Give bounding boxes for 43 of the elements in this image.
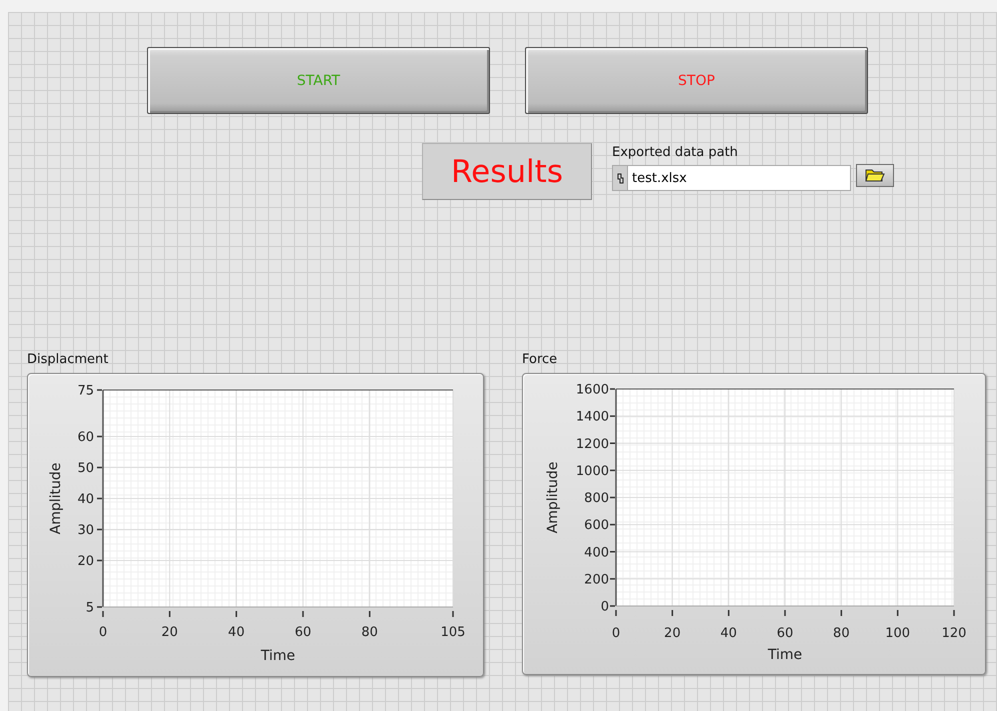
- y-tick-label: 800: [584, 491, 609, 506]
- x-axis-label: Time: [260, 648, 296, 664]
- y-tick-label: 50: [77, 461, 94, 476]
- graph-title: Force: [522, 352, 558, 367]
- y-tick-label: 600: [584, 518, 609, 534]
- y-tick-label: 30: [77, 523, 94, 538]
- y-tick-label: 60: [77, 430, 94, 445]
- folder-icon: [865, 168, 885, 182]
- browse-button[interactable]: [856, 164, 894, 186]
- y-tick-label: 400: [584, 545, 609, 560]
- x-tick-label: 60: [776, 626, 794, 641]
- x-axis-label: Time: [768, 647, 802, 663]
- path-type-icon: [612, 165, 627, 191]
- y-axis-label: Amplitude: [545, 462, 561, 534]
- y-tick-label: 1600: [576, 382, 609, 398]
- y-tick-label: 1400: [576, 410, 609, 425]
- path-label: Exported data path: [612, 145, 739, 160]
- x-tick-label: 100: [885, 626, 910, 641]
- x-tick-label: 105: [440, 625, 466, 640]
- y-tick-label: 40: [77, 492, 94, 507]
- x-tick-label: 0: [612, 626, 620, 641]
- x-tick-label: 40: [720, 626, 737, 641]
- x-tick-label: 80: [361, 625, 378, 640]
- y-tick-label: 200: [584, 572, 609, 588]
- y-tick-label: 1200: [576, 436, 609, 452]
- y-tick-label: 20: [77, 554, 94, 569]
- x-tick-label: 20: [161, 625, 178, 640]
- graph-title: Displacment: [27, 352, 110, 367]
- results-indicator: Results: [422, 143, 592, 200]
- x-tick-label: 60: [294, 625, 312, 640]
- push-button[interactable]: STOP: [525, 47, 868, 114]
- push-button[interactable]: START: [147, 47, 490, 114]
- y-axis-label: Amplitude: [48, 462, 64, 534]
- x-tick-label: 20: [664, 626, 681, 641]
- y-tick-label: 0: [600, 600, 609, 614]
- x-tick-label: 120: [942, 626, 966, 641]
- y-tick-label: 75: [77, 384, 94, 398]
- y-tick-label: 5: [86, 600, 94, 616]
- x-tick-label: 0: [98, 625, 108, 640]
- x-tick-label: 80: [833, 626, 850, 641]
- path-field[interactable]: test.xlsx: [627, 165, 851, 191]
- x-tick-label: 40: [228, 625, 245, 640]
- y-tick-label: 1000: [576, 464, 609, 479]
